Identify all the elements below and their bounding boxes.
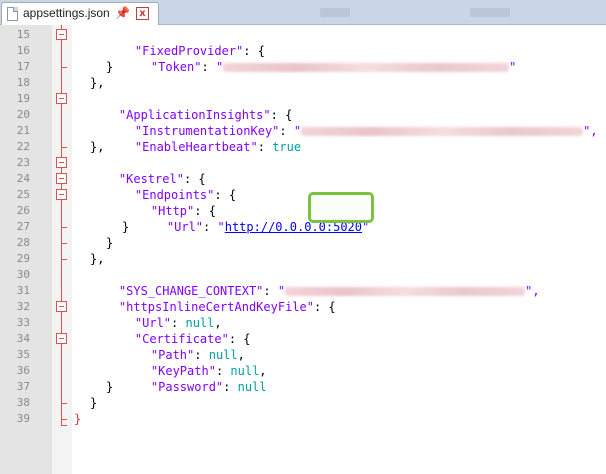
fold-end	[61, 67, 67, 68]
fold-end	[61, 259, 67, 260]
json-quote: "	[217, 220, 225, 234]
code-line[interactable]: }	[106, 379, 113, 395]
tab-bar: appsettings.json 📌 x	[0, 0, 606, 25]
redacted-value	[301, 127, 584, 136]
line-number: 17	[16, 60, 30, 73]
json-boolean: true	[272, 140, 302, 154]
code-line[interactable]: }	[90, 395, 97, 411]
fold-end	[61, 147, 67, 148]
fold-end	[61, 243, 67, 244]
code-line[interactable]: },	[90, 139, 104, 155]
line-number: 38	[16, 396, 30, 409]
line-number: 31	[16, 284, 30, 297]
line-number: 32	[16, 300, 30, 313]
json-punct: :	[223, 380, 238, 394]
fold-collapse-icon[interactable]	[56, 333, 67, 344]
port-highlight-box	[308, 192, 374, 223]
json-punct: : {	[313, 300, 336, 314]
line-number: 16	[16, 44, 30, 57]
fold-collapse-icon[interactable]	[56, 29, 67, 40]
line-number: 25	[16, 188, 30, 201]
code-editor[interactable]: 15 16 17 18 19 20 21 22 23 24 25 26 27 2…	[0, 25, 606, 474]
line-number: 36	[16, 364, 30, 377]
line-number: 15	[16, 28, 30, 41]
code-line[interactable]: "KeyPath": null,	[122, 347, 267, 378]
code-line[interactable]: "Token": " "	[122, 43, 517, 74]
line-number: 27	[16, 220, 30, 233]
fold-line	[61, 25, 62, 425]
json-key: "EnableHeartbeat"	[134, 140, 258, 154]
json-quote: "	[509, 60, 517, 74]
redacted-value	[223, 63, 510, 72]
fold-collapse-icon[interactable]	[56, 301, 67, 312]
code-line[interactable]: "Http": {	[122, 187, 216, 218]
line-number: 19	[16, 92, 30, 105]
fold-collapse-icon[interactable]	[56, 157, 67, 168]
json-punct: :	[203, 220, 218, 234]
fold-collapse-icon[interactable]	[56, 173, 67, 184]
json-key: "Token"	[150, 60, 202, 74]
code-line[interactable]: "ApplicationInsights": {	[90, 91, 292, 122]
line-number: 37	[16, 380, 30, 393]
line-number: 39	[16, 412, 30, 425]
json-punct: : {	[214, 188, 237, 202]
fold-end	[61, 403, 67, 404]
json-quote: ",	[583, 124, 598, 138]
json-quote: ",	[525, 284, 540, 298]
code-line[interactable]: }	[106, 59, 113, 75]
code-line[interactable]: "Endpoints": {	[106, 171, 236, 202]
line-number: 29	[16, 252, 30, 265]
line-number: 35	[16, 348, 30, 361]
code-line[interactable]: }	[122, 219, 129, 235]
code-line[interactable]: "InstrumentationKey": " ",	[106, 107, 598, 138]
code-line[interactable]: "FixedProvider": {	[106, 27, 265, 58]
code-line[interactable]: },	[90, 251, 104, 267]
fold-end	[61, 419, 67, 420]
tab-appsettings[interactable]: appsettings.json 📌 x	[1, 2, 159, 25]
json-punct: :	[257, 140, 273, 154]
fold-collapse-icon[interactable]	[56, 189, 67, 200]
line-number: 18	[16, 76, 30, 89]
file-icon	[7, 7, 18, 21]
json-quote: "	[215, 60, 224, 74]
line-number: 33	[16, 316, 30, 329]
fold-end	[61, 425, 67, 426]
code-line[interactable]: }	[106, 235, 113, 251]
line-number: 30	[16, 268, 30, 281]
json-key: "Url"	[166, 220, 204, 234]
code-line[interactable]: },	[90, 75, 104, 91]
code-line[interactable]: "Certificate": {	[106, 315, 251, 346]
code-line[interactable]: }	[74, 411, 81, 427]
code-line[interactable]: "Path": null,	[122, 331, 245, 362]
line-number: 23	[16, 156, 30, 169]
line-number: 26	[16, 204, 30, 217]
code-line[interactable]: "Password": null	[122, 363, 267, 394]
fold-end	[61, 227, 67, 228]
line-number: 24	[16, 172, 30, 185]
tab-ghost	[470, 8, 510, 17]
json-null: null	[237, 380, 267, 394]
fold-collapse-icon[interactable]	[56, 93, 67, 104]
code-line[interactable]: "SYS_CHANGE_CONTEXT": " ",	[90, 267, 540, 298]
line-number: 28	[16, 236, 30, 249]
line-number: 20	[16, 108, 30, 121]
close-icon[interactable]: x	[136, 7, 149, 20]
json-key: "Password"	[150, 380, 224, 394]
code-line[interactable]: "Kestrel": {	[90, 155, 206, 186]
json-punct: :	[201, 60, 216, 74]
tab-label: appsettings.json	[23, 6, 110, 20]
line-number: 21	[16, 124, 30, 137]
line-number: 22	[16, 140, 30, 153]
line-number: 34	[16, 332, 30, 345]
code-line[interactable]: "Url": null,	[106, 299, 222, 330]
tab-ghost	[320, 8, 350, 17]
pin-icon[interactable]: 📌	[115, 6, 130, 20]
code-line[interactable]: "httpsInlineCertAndKeyFile": {	[90, 283, 336, 314]
code-line[interactable]: "EnableHeartbeat": true	[106, 123, 301, 154]
